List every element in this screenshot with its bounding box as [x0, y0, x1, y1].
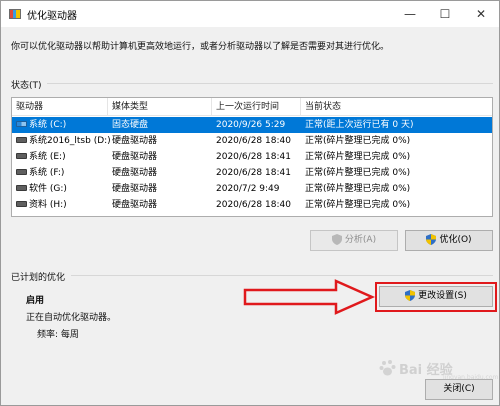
- drive-icon: [16, 185, 27, 191]
- current-status: 正常(碎片整理已完成 0%): [305, 184, 411, 194]
- drive-name: 系统 (E:): [29, 152, 66, 162]
- media-type: 硬盘驱动器: [112, 184, 158, 194]
- drive-name: 系统 (F:): [29, 168, 65, 178]
- media-type: 硬盘驱动器: [112, 168, 158, 178]
- drive-name: 软件 (G:): [29, 184, 67, 194]
- current-status: 正常(距上次运行已有 0 天): [305, 120, 414, 130]
- analyze-button[interactable]: 分析(A): [310, 230, 398, 251]
- schedule-frequency: 频率: 每周: [37, 330, 79, 340]
- optimize-label: 优化(O): [439, 235, 472, 245]
- analyze-label: 分析(A): [344, 235, 377, 245]
- maximize-button[interactable]: ☐: [428, 1, 462, 27]
- window-title: 优化驱动器: [27, 11, 77, 22]
- current-status: 正常(碎片整理已完成 0%): [305, 136, 411, 146]
- optimize-drives-window: 优化驱动器 — ☐ ✕ 你可以优化驱动器以帮助计算机更高效地运行，或者分析驱动器…: [0, 0, 500, 406]
- last-run-time: 2020/6/28 18:40: [216, 200, 291, 210]
- shield-icon: [426, 234, 437, 245]
- title-bar[interactable]: 优化驱动器 — ☐ ✕: [1, 1, 499, 27]
- drives-list[interactable]: 驱动器 媒体类型 上一次运行时间 当前状态 系统 (C:) 固态硬盘 2020/…: [11, 97, 493, 217]
- schedule-detail: 正在自动优化驱动器。: [26, 313, 117, 323]
- media-type: 硬盘驱动器: [112, 152, 158, 162]
- column-header-drive[interactable]: 驱动器: [12, 98, 108, 116]
- minimize-button[interactable]: —: [393, 1, 427, 27]
- drives-list-header: 驱动器 媒体类型 上一次运行时间 当前状态: [12, 98, 492, 116]
- drive-row-f[interactable]: 系统 (F:) 硬盘驱动器 2020/6/28 18:41 正常(碎片整理已完成…: [12, 165, 492, 181]
- description-text: 你可以优化驱动器以帮助计算机更高效地运行，或者分析驱动器以了解是否需要对其进行优…: [11, 42, 390, 52]
- close-button[interactable]: 关闭(C): [425, 379, 493, 400]
- last-run-time: 2020/6/28 18:41: [216, 168, 291, 178]
- column-header-last-run[interactable]: 上一次运行时间: [212, 98, 301, 116]
- drive-icon: [16, 201, 27, 207]
- drive-row-d[interactable]: 系统2016_ltsb (D:) 硬盘驱动器 2020/6/28 18:40 正…: [12, 133, 492, 149]
- baidu-paw-icon: [379, 360, 396, 376]
- media-type: 固态硬盘: [112, 120, 149, 130]
- last-run-time: 2020/7/2 9:49: [216, 184, 280, 194]
- drive-icon: [16, 169, 27, 175]
- windows-drive-icon: [16, 121, 27, 127]
- drive-name: 系统2016_ltsb (D:): [29, 136, 111, 146]
- window-close-button[interactable]: ✕: [464, 1, 498, 27]
- status-divider: [47, 83, 493, 84]
- baidu-watermark: Bai 经验 jingyan.baidu.com: [377, 357, 498, 381]
- last-run-time: 2020/6/28 18:40: [216, 136, 291, 146]
- schedule-status: 启用: [26, 296, 45, 306]
- shield-icon: [331, 234, 342, 245]
- annotation-arrow-icon: [243, 279, 376, 315]
- drive-icon: [16, 153, 27, 159]
- drive-row-h[interactable]: 资料 (H:) 硬盘驱动器 2020/6/28 18:40 正常(碎片整理已完成…: [12, 197, 492, 213]
- drive-row-e[interactable]: 系统 (E:) 硬盘驱动器 2020/6/28 18:41 正常(碎片整理已完成…: [12, 149, 492, 165]
- media-type: 硬盘驱动器: [112, 200, 158, 210]
- optimize-button[interactable]: 优化(O): [405, 230, 493, 251]
- media-type: 硬盘驱动器: [112, 136, 158, 146]
- defrag-app-icon: [9, 9, 21, 19]
- last-run-time: 2020/6/28 18:41: [216, 152, 291, 162]
- drive-row-g[interactable]: 软件 (G:) 硬盘驱动器 2020/7/2 9:49 正常(碎片整理已完成 0…: [12, 181, 492, 197]
- status-section-label: 状态(T): [11, 81, 42, 91]
- drive-name: 系统 (C:): [29, 120, 67, 130]
- annotation-highlight-box: [375, 282, 497, 312]
- scheduled-divider: [71, 275, 493, 276]
- drive-name: 资料 (H:): [29, 200, 67, 210]
- current-status: 正常(碎片整理已完成 0%): [305, 200, 411, 210]
- column-header-media-type[interactable]: 媒体类型: [108, 98, 212, 116]
- current-status: 正常(碎片整理已完成 0%): [305, 168, 411, 178]
- drive-icon: [16, 137, 27, 143]
- column-header-current-status[interactable]: 当前状态: [301, 98, 492, 116]
- drive-row-c[interactable]: 系统 (C:) 固态硬盘 2020/9/26 5:29 正常(距上次运行已有 0…: [12, 117, 492, 133]
- current-status: 正常(碎片整理已完成 0%): [305, 152, 411, 162]
- scheduled-section-label: 已计划的优化: [11, 273, 66, 283]
- last-run-time: 2020/9/26 5:29: [216, 120, 286, 130]
